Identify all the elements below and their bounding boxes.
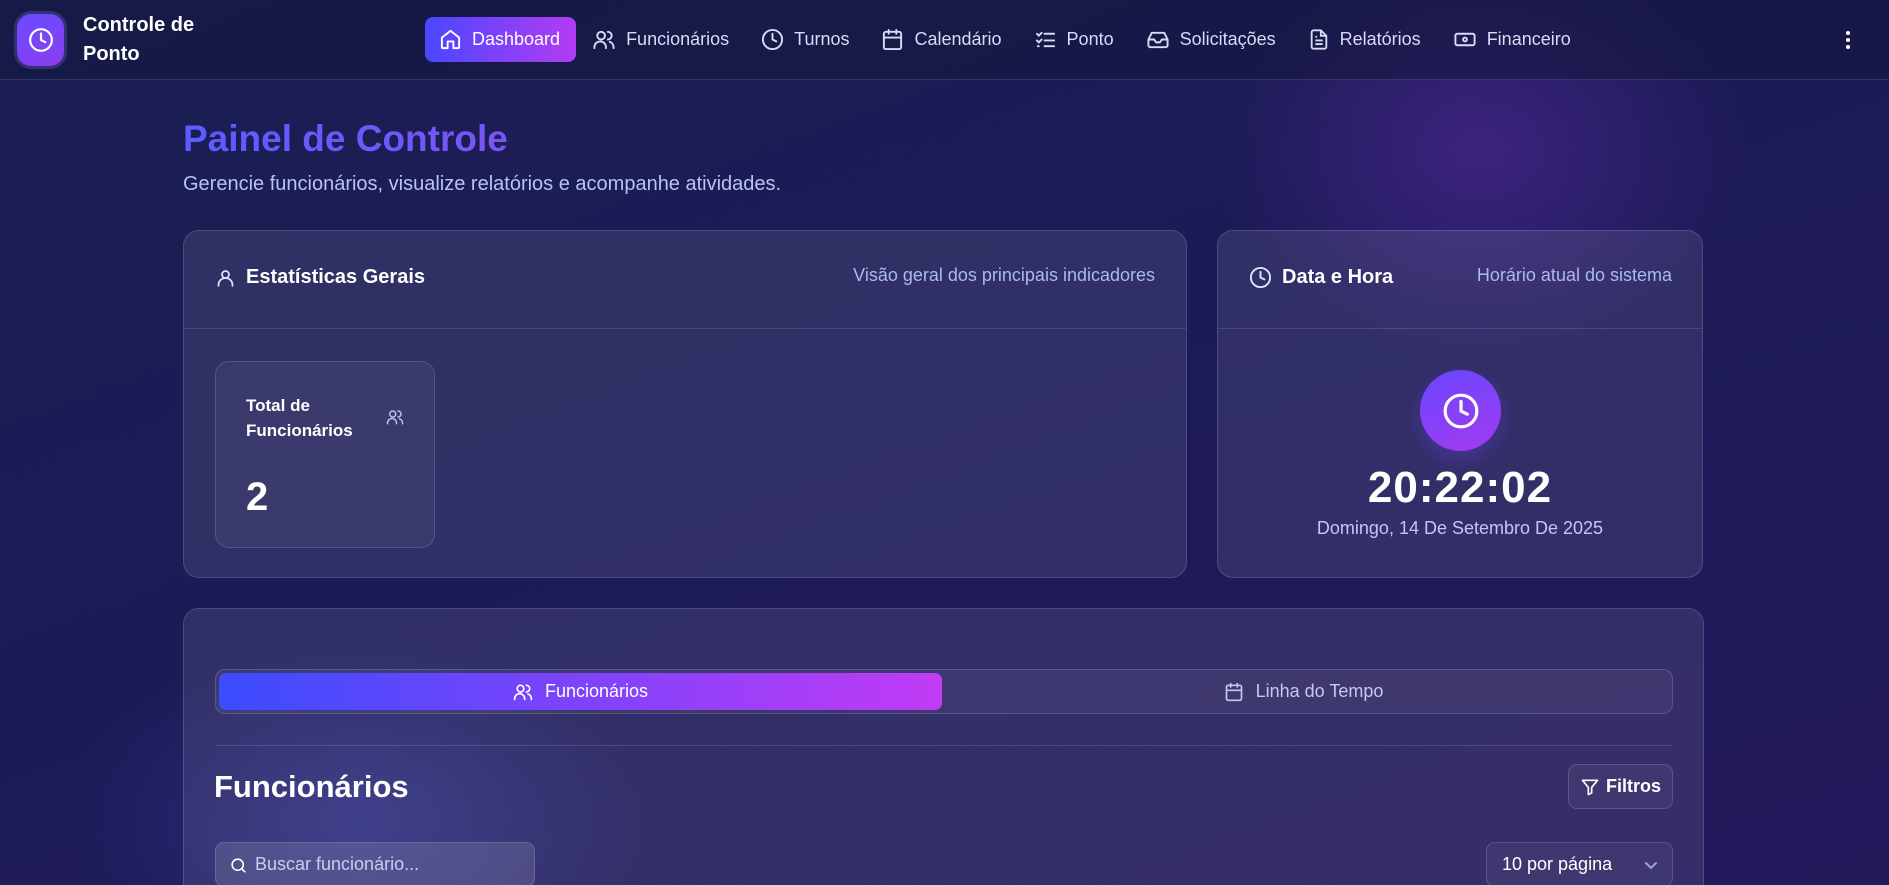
current-time: 20:22:02 bbox=[1367, 463, 1553, 512]
stats-card: Estatísticas Gerais Visão geral dos prin… bbox=[183, 230, 1187, 578]
nav-item-funcionarios[interactable]: Funcionários bbox=[578, 17, 745, 62]
tab-label: Funcionários bbox=[544, 681, 649, 701]
stats-card-header: Estatísticas Gerais Visão geral dos prin… bbox=[184, 231, 1186, 329]
main-nav: Dashboard Funcionários Turnos Calendário… bbox=[425, 17, 1589, 62]
nav-item-label: Turnos bbox=[794, 29, 850, 49]
page-title: Painel de Controle bbox=[183, 118, 508, 159]
search-icon bbox=[231, 858, 246, 873]
stats-card-title: Estatísticas Gerais bbox=[215, 266, 425, 289]
nav-item-turnos[interactable]: Turnos bbox=[747, 17, 865, 62]
per-page-select[interactable]: 10 por página bbox=[1486, 842, 1673, 885]
nav-item-solicitacoes[interactable]: Solicitações bbox=[1132, 17, 1292, 62]
per-page-value: 10 por página bbox=[1502, 854, 1613, 874]
search-box bbox=[215, 842, 535, 885]
clock-icon bbox=[1249, 266, 1272, 289]
user-icon bbox=[217, 269, 234, 287]
stat-label: Total de Funcionários bbox=[246, 396, 353, 440]
current-date: Domingo, 14 De Setembro De 2025 bbox=[1316, 518, 1604, 538]
file-icon bbox=[1310, 29, 1327, 50]
employees-card: Funcionários Linha do Tempo Funcionários… bbox=[183, 608, 1704, 885]
nav-item-label: Financeiro bbox=[1486, 29, 1571, 49]
filters-button[interactable]: Filtros bbox=[1568, 764, 1673, 809]
view-tabs: Funcionários Linha do Tempo bbox=[215, 669, 1673, 714]
users-icon bbox=[593, 30, 615, 50]
nav-item-label: Solicitações bbox=[1179, 29, 1276, 49]
datetime-card-title-text: Data e Hora bbox=[1282, 266, 1394, 288]
checklist-icon bbox=[1035, 31, 1055, 48]
banknote-icon bbox=[1454, 32, 1476, 47]
clock-icon bbox=[1443, 393, 1478, 428]
stats-card-description: Visão geral dos principais indicadores bbox=[853, 265, 1155, 285]
nav-item-calendario[interactable]: Calendário bbox=[867, 17, 1017, 62]
calendar-icon bbox=[1225, 682, 1242, 701]
search-input[interactable] bbox=[255, 843, 525, 885]
nav-item-financeiro[interactable]: Financeiro bbox=[1439, 17, 1587, 62]
tab-linha-do-tempo[interactable]: Linha do Tempo bbox=[942, 673, 1665, 710]
tab-funcionarios[interactable]: Funcionários bbox=[219, 673, 942, 710]
app-title: Controle de Ponto bbox=[83, 14, 195, 65]
clock-badge bbox=[1420, 370, 1501, 451]
calendar-icon bbox=[883, 28, 903, 51]
nav-item-label: Ponto bbox=[1066, 29, 1114, 49]
total-employees-stat: Total de Funcionários 2 bbox=[215, 361, 435, 548]
datetime-card-description: Horário atual do sistema bbox=[1476, 265, 1672, 285]
page-subtitle: Gerencie funcionários, visualize relatór… bbox=[183, 173, 782, 195]
nav-item-relatorios[interactable]: Relatórios bbox=[1294, 17, 1437, 62]
more-menu-icon[interactable] bbox=[1845, 29, 1851, 51]
top-navbar: Controle de Ponto Dashboard Funcionários… bbox=[0, 0, 1889, 80]
filter-icon bbox=[1581, 779, 1599, 795]
datetime-card-header: Data e Hora Horário atual do sistema bbox=[1218, 231, 1702, 329]
chevron-down-icon bbox=[1645, 862, 1657, 870]
tab-label: Linha do Tempo bbox=[1255, 681, 1384, 701]
datetime-card-title: Data e Hora bbox=[1249, 266, 1393, 289]
divider bbox=[215, 745, 1673, 746]
stats-card-title-text: Estatísticas Gerais bbox=[246, 266, 425, 288]
inbox-icon bbox=[1147, 31, 1169, 49]
datetime-card: Data e Hora Horário atual do sistema 20:… bbox=[1217, 230, 1703, 578]
clock-icon bbox=[28, 28, 53, 52]
section-title: Funcionários bbox=[214, 769, 409, 804]
clock-icon bbox=[762, 28, 784, 51]
nav-item-label: Dashboard bbox=[472, 29, 561, 49]
nav-item-dashboard[interactable]: Dashboard bbox=[425, 17, 577, 62]
stat-value: 2 bbox=[246, 475, 269, 519]
nav-item-label: Calendário bbox=[914, 29, 1002, 49]
home-icon bbox=[440, 29, 461, 50]
users-icon bbox=[386, 410, 404, 425]
nav-item-ponto[interactable]: Ponto bbox=[1020, 17, 1130, 62]
filters-label: Filtros bbox=[1605, 776, 1661, 796]
users-icon bbox=[513, 684, 533, 700]
nav-item-label: Funcionários bbox=[626, 29, 730, 49]
nav-item-label: Relatórios bbox=[1339, 29, 1421, 49]
app-logo[interactable] bbox=[17, 14, 64, 66]
